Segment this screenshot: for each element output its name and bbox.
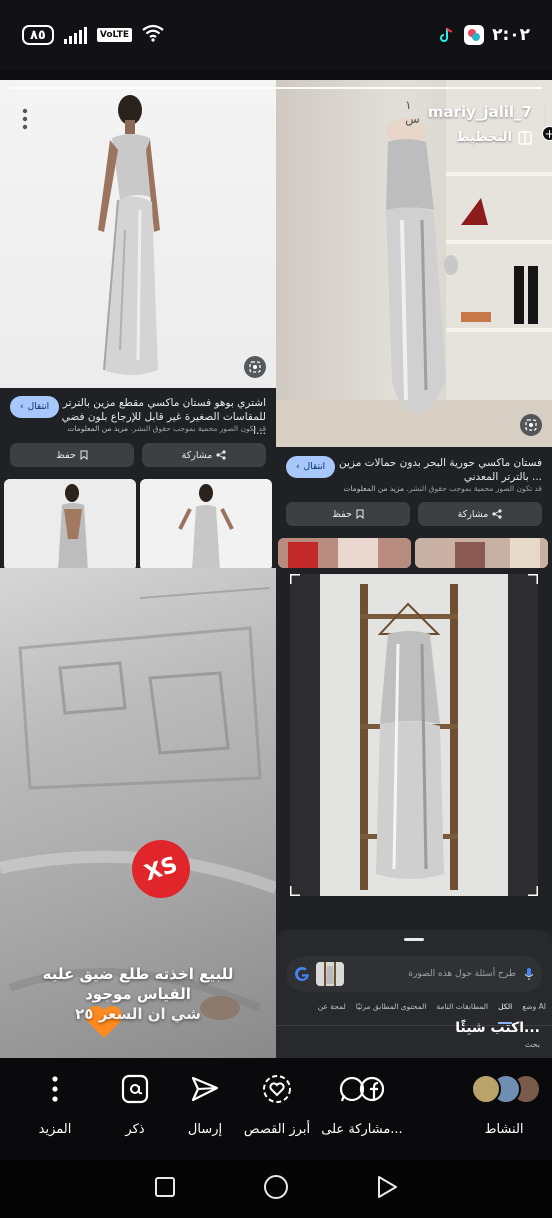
ask-about-image-input[interactable]: طرح أسئلة حول هذه الصورة xyxy=(286,956,542,992)
google-g-icon xyxy=(295,966,309,981)
share-label: مشاركة xyxy=(457,508,489,520)
whatsapp-facebook-icon xyxy=(338,1074,386,1104)
search-hint-text: بحث xyxy=(524,1040,540,1049)
copyright-text: قد تكون الصور محمية بموجب حقوق النشر. xyxy=(130,424,266,433)
lens-result-left: اشتري بوهو فستان ماكسي مقطع مزين بالترتر… xyxy=(0,80,276,568)
image-thumbnail xyxy=(316,962,344,986)
screen: ٨٥ VoLTE ٢:٠٢ اشتري بوهو فستان ماكسي مقط… xyxy=(0,0,552,1218)
visit-label: انتقال xyxy=(27,402,50,412)
send-icon xyxy=(190,1074,220,1104)
system-nav-bar xyxy=(0,1160,552,1218)
save-button[interactable]: حفظ xyxy=(286,502,410,526)
sale-text-line3: شي ان السعر ٢٥ xyxy=(75,1005,201,1023)
viewer-avatars-icon xyxy=(468,1074,540,1104)
activity-button[interactable]: النشاط xyxy=(468,1074,540,1137)
visit-button[interactable]: ‹ انتقال xyxy=(286,456,336,478)
more-vertical-icon xyxy=(51,1074,59,1104)
share-button[interactable]: مشاركة xyxy=(142,443,266,467)
mention-icon xyxy=(121,1074,149,1104)
wifi-icon xyxy=(142,24,164,46)
selected-image[interactable] xyxy=(290,574,538,896)
visit-button[interactable]: ‹ انتقال xyxy=(10,396,60,418)
share-to-button[interactable]: مشاركة على... xyxy=(316,1074,408,1137)
username[interactable]: mariy_jalil_7 xyxy=(428,103,532,121)
highlight-button[interactable]: أبرز القصص xyxy=(240,1074,314,1137)
home-icon[interactable] xyxy=(263,1174,289,1204)
mention-label: ذكر xyxy=(125,1122,145,1137)
send-label: إرسال xyxy=(187,1122,223,1137)
story-action-bar: النشاط مشاركة على... أبرز القصص إرسال ذك… xyxy=(0,1058,552,1160)
similar-thumb-3[interactable] xyxy=(278,538,411,568)
layout-icon xyxy=(518,130,532,145)
avatar[interactable]: + xyxy=(542,104,552,141)
highlight-label: أبرز القصص xyxy=(243,1122,311,1137)
app-notification-icon xyxy=(464,25,485,45)
visit-label: انتقال xyxy=(303,462,326,472)
share-label: مشاركة xyxy=(181,449,213,461)
add-icon: + xyxy=(542,125,552,141)
story-content[interactable]: اشتري بوهو فستان ماكسي مقطع مزين بالترتر… xyxy=(0,80,552,1058)
story-progress-bar xyxy=(10,87,542,89)
sale-line1-text: للبيع اخذته طلع ضيق عليه xyxy=(42,965,234,983)
result-caption[interactable]: فستان ماكسي حورية البحر بدون حمالات مزين… xyxy=(332,456,542,484)
lens-search-panel: طرح أسئلة حول هذه الصورة وضع AI الكل الم… xyxy=(276,568,552,1058)
share-button[interactable]: مشاركة xyxy=(418,502,542,526)
share-on-label: مشاركة على... xyxy=(321,1122,403,1137)
chevron-left-icon: ‹ xyxy=(20,402,24,412)
plan-link[interactable]: التخطيط xyxy=(456,130,532,145)
share-icon xyxy=(492,509,502,519)
more-options-icon[interactable] xyxy=(22,108,28,134)
mention-button[interactable]: ذكر xyxy=(112,1074,158,1137)
lens-search-icon[interactable] xyxy=(520,414,542,436)
share-icon xyxy=(216,450,226,460)
lens-search-icon[interactable] xyxy=(244,356,266,378)
similar-thumb-2[interactable] xyxy=(140,479,272,568)
volte-badge: VoLTE xyxy=(96,28,133,42)
story-header: ١ س mariy_jalil_7 التخطيط + xyxy=(405,98,552,145)
tiktok-icon xyxy=(436,25,457,45)
sale-text-line1-top: للبيع اخذته طلع ضيق عليه xyxy=(0,964,276,984)
similar-thumb-4[interactable] xyxy=(415,538,548,568)
send-button[interactable]: إرسال xyxy=(180,1074,230,1137)
more-info-link[interactable]: مزيد من المعلومات xyxy=(343,484,404,493)
recent-apps-icon[interactable] xyxy=(154,1176,176,1202)
search-hint: بحث xyxy=(470,1040,540,1049)
sale-text-line2: القياس موجود xyxy=(85,985,191,1003)
lens-result-right: ١ س mariy_jalil_7 التخطيط + فستان ماكسي … xyxy=(276,80,552,568)
size-sticker-text: XS xyxy=(141,852,181,886)
ask-placeholder: طرح أسئلة حول هذه الصورة xyxy=(408,969,516,979)
bookmark-icon xyxy=(356,509,364,519)
dress-photo-white-bg[interactable] xyxy=(0,80,276,388)
mic-icon[interactable] xyxy=(524,967,534,981)
copyright-note: قد تكون الصور محمية بموجب حقوق النشر. مز… xyxy=(312,484,542,493)
copyright-text: قد تكون الصور محمية بموجب حقوق النشر. xyxy=(406,484,542,493)
battery-indicator: ٨٥ xyxy=(22,25,54,45)
more-button[interactable]: المزيد xyxy=(30,1074,80,1137)
more-info-link[interactable]: مزيد من المعلومات xyxy=(67,424,128,433)
tab-about[interactable]: لمحة عن xyxy=(318,1002,346,1024)
signal-icon xyxy=(63,26,87,44)
time-ago: ١ س xyxy=(405,98,420,126)
clock: ٢:٠٢ xyxy=(492,25,530,45)
lens-bottom-sheet[interactable]: طرح أسئلة حول هذه الصورة وضع AI الكل الم… xyxy=(276,930,552,1058)
sheet-handle[interactable] xyxy=(404,938,424,941)
copyright-note: قد تكون الصور محمية بموجب حقوق النشر. مز… xyxy=(36,424,266,433)
similar-thumb-1[interactable] xyxy=(4,479,136,568)
save-label: حفظ xyxy=(332,508,352,520)
back-icon[interactable] xyxy=(376,1175,398,1203)
activity-label: النشاط xyxy=(484,1122,524,1137)
plan-label: التخطيط xyxy=(456,130,512,145)
status-bar: ٨٥ VoLTE ٢:٠٢ xyxy=(0,0,552,70)
more-label: المزيد xyxy=(38,1122,72,1137)
save-label: حفظ xyxy=(56,449,76,461)
reply-typing-text[interactable]: اكتب شيئًا... xyxy=(400,1020,540,1036)
save-button[interactable]: حفظ xyxy=(10,443,134,467)
chevron-left-icon: ‹ xyxy=(296,462,300,472)
bookmark-icon xyxy=(80,450,88,460)
highlight-heart-icon xyxy=(262,1074,292,1104)
